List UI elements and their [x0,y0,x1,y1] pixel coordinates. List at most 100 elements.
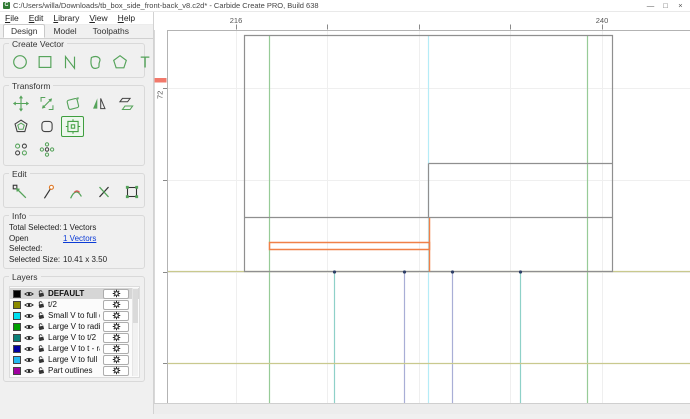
layer-settings-button[interactable] [103,344,129,354]
circle-tool[interactable] [9,51,31,72]
tab-model[interactable]: Model [45,24,84,38]
unlock-icon[interactable] [37,322,45,331]
layer-settings-button[interactable] [103,311,129,321]
edit-nodes-tool[interactable] [37,181,59,202]
info-total-selected: Total Selected: 1 Vectors [9,223,141,234]
menu-edit[interactable]: Edit [24,12,49,24]
unlock-icon[interactable] [37,344,45,353]
maximize-button[interactable]: □ [658,0,673,11]
menu-help[interactable]: Help [113,12,140,24]
unlock-icon[interactable] [37,355,45,364]
layer-color-swatch[interactable] [13,334,21,342]
layer-settings-button[interactable] [103,289,129,299]
layer-row[interactable]: Large V to t/2 [10,332,139,343]
layer-color-swatch[interactable] [13,367,21,375]
open-vectors-link[interactable]: 1 Vectors [63,234,96,255]
layer-row[interactable]: t/2 [10,299,139,310]
transform-title: Transform [9,81,53,91]
gear-icon [112,355,121,364]
app-icon: C [3,2,10,9]
layer-color-swatch[interactable] [13,312,21,320]
layer-color-swatch[interactable] [13,323,21,331]
move-tool[interactable] [9,93,32,114]
break-vector-tool[interactable] [93,181,115,202]
layer-row[interactable]: Small V to full depth [10,310,139,321]
menu-view[interactable]: View [84,12,112,24]
layer-row[interactable]: Large V to t - radius [10,343,139,354]
create-vector-title: Create Vector [9,39,67,49]
layers-group: Layers DEFAULTt/2Small V to full depthLa… [3,276,145,382]
layer-settings-button[interactable] [103,366,129,376]
rotate-tool[interactable] [61,93,84,114]
eye-icon[interactable] [24,345,34,353]
edit-nodes-icon [38,183,58,201]
tab-bar: DesignModelToolpaths [0,25,153,39]
shear-icon [116,95,134,112]
layer-row[interactable]: Large V to radius [10,321,139,332]
eye-icon[interactable] [24,356,34,364]
layer-settings-button[interactable] [103,333,129,343]
circular-array-icon [38,141,56,158]
fillet-vertices-tool[interactable] [65,181,87,202]
layer-row[interactable]: Large V to full depth [10,354,139,365]
unlock-icon[interactable] [37,300,45,309]
circular-array-tool[interactable] [35,139,58,160]
curve-tool[interactable] [84,51,106,72]
fillet-tool[interactable] [35,116,58,137]
polygon-tool[interactable] [109,51,131,72]
scale-tool[interactable] [35,93,58,114]
rectangle-tool[interactable] [34,51,56,72]
transform-group: Transform [3,85,145,166]
linear-array-tool[interactable] [9,139,32,160]
shear-tool[interactable] [113,93,136,114]
unlock-icon[interactable] [37,289,45,298]
layer-row[interactable]: DEFAULT [10,288,139,299]
layer-list-scrollbar-thumb[interactable] [133,289,138,323]
layer-color-swatch[interactable] [13,345,21,353]
canvas-background[interactable] [154,12,690,414]
title-bar: C C:/Users/willa/Downloads/tb_box_side_f… [0,0,690,12]
rotate-icon [64,95,82,112]
eye-icon[interactable] [24,301,34,309]
layer-color-swatch[interactable] [13,290,21,298]
layers-title: Layers [9,272,41,282]
minimize-button[interactable]: — [643,0,658,11]
close-button[interactable]: × [673,0,688,11]
layer-color-swatch[interactable] [13,356,21,364]
linear-array-icon [12,141,30,158]
window-title: C:/Users/willa/Downloads/tb_box_side_fro… [13,1,643,10]
polyline-tool[interactable] [59,51,81,72]
layer-name: Large V to radius [48,322,100,331]
eye-icon[interactable] [24,290,34,298]
gear-icon [112,300,121,309]
menu-file[interactable]: File [0,12,24,24]
nudge-tool[interactable] [61,116,84,137]
text-tool[interactable]: T [134,51,156,72]
unlock-icon[interactable] [37,311,45,320]
layer-row[interactable]: Part outlines [10,365,139,376]
unlock-icon[interactable] [37,333,45,342]
unlock-icon[interactable] [37,366,45,375]
eye-icon[interactable] [24,334,34,342]
menu-library[interactable]: Library [48,12,84,24]
design-canvas[interactable]: 216 240 72 [154,12,690,414]
eye-icon[interactable] [24,312,34,320]
mirror-tool[interactable] [87,93,110,114]
offset-icon [12,118,30,135]
eye-icon[interactable] [24,367,34,375]
node-select-tool[interactable] [9,181,31,202]
close-vector-tool[interactable] [121,181,143,202]
eye-icon[interactable] [24,323,34,331]
layer-settings-button[interactable] [103,322,129,332]
horizontal-scrollbar[interactable] [154,403,690,414]
layer-color-swatch[interactable] [13,301,21,309]
layer-settings-button[interactable] [103,355,129,365]
layer-name: Small V to full depth [48,311,100,320]
offset-tool[interactable] [9,116,32,137]
polyline-icon [66,56,75,68]
gear-icon [112,289,121,298]
layer-settings-button[interactable] [103,300,129,310]
tab-toolpaths[interactable]: Toolpaths [85,24,137,38]
layer-name: t/2 [48,300,100,309]
tab-design[interactable]: Design [3,24,45,38]
